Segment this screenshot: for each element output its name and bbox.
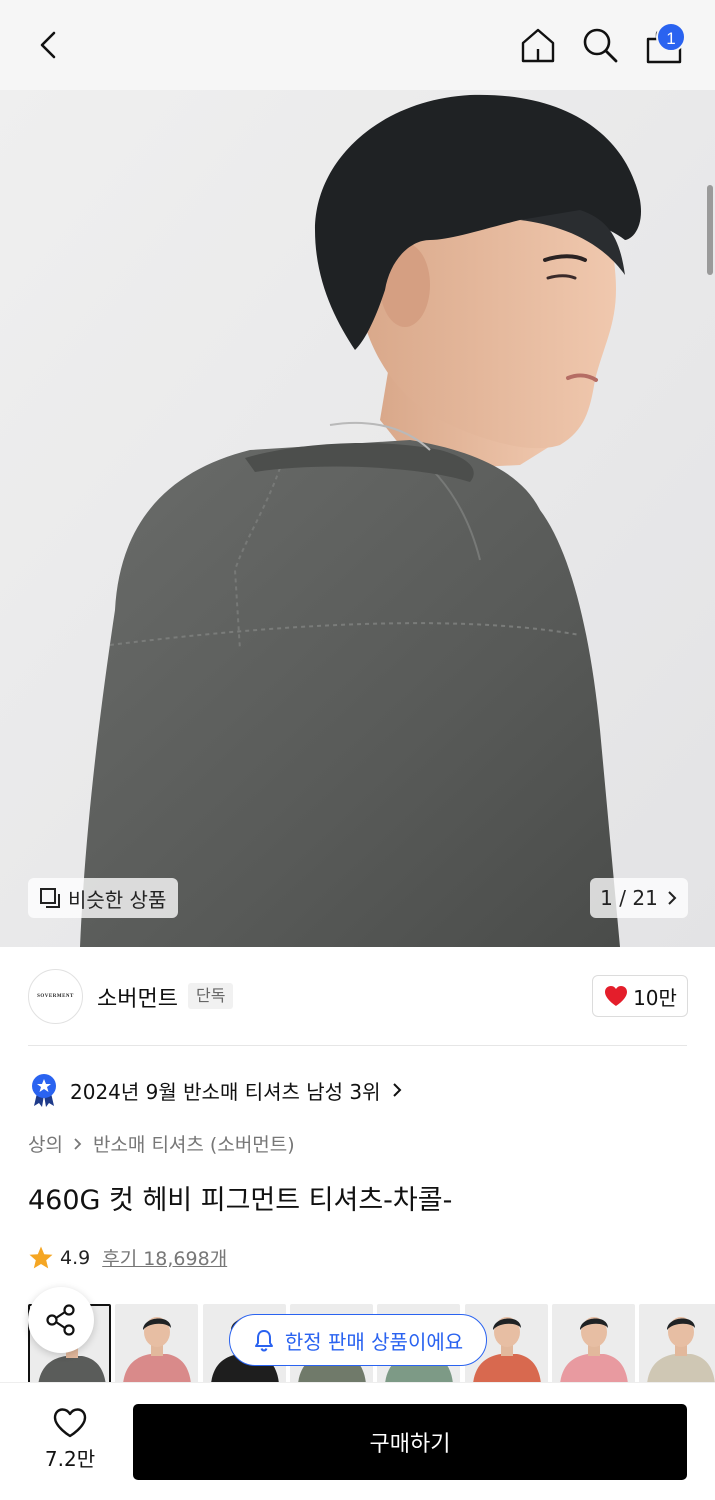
image-counter-button[interactable]: 1 / 21	[590, 878, 688, 918]
breadcrumb-category[interactable]: 상의	[28, 1130, 63, 1157]
product-thumbnail[interactable]	[639, 1304, 715, 1382]
search-icon	[583, 28, 618, 63]
brand-logo[interactable]: SOVERMENT	[28, 969, 83, 1024]
back-button[interactable]	[30, 25, 70, 65]
similar-products-label: 비슷한 상품	[68, 887, 167, 912]
breadcrumb-subcategory[interactable]: 반소매 티셔츠 (소버먼트)	[93, 1130, 295, 1157]
brand-logo-text: SOVERMENT	[37, 994, 74, 999]
image-counter: 1 / 21	[600, 886, 658, 910]
product-thumbnail[interactable]	[115, 1304, 199, 1382]
ranking-text: 2024년 9월 반소매 티셔츠 남성 3위	[70, 1079, 381, 1104]
chevron-left-icon	[40, 31, 56, 59]
similar-items-icon	[40, 888, 60, 908]
wishlist-count: 7.2만	[44, 1447, 96, 1471]
chevron-right-icon	[392, 1083, 401, 1097]
reviews-link[interactable]: 후기 18,698개	[102, 1244, 227, 1271]
brand-name[interactable]: 소버먼트	[97, 981, 178, 1013]
brand-like-count: 10만	[633, 985, 677, 1010]
share-button[interactable]	[28, 1287, 94, 1353]
wishlist-button[interactable]: 7.2만	[40, 1407, 100, 1477]
buy-button[interactable]: 구매하기	[133, 1404, 687, 1480]
chevron-right-icon	[74, 1137, 82, 1150]
heart-filled-icon	[605, 986, 628, 1006]
limited-sale-notice[interactable]: 한정 판매 상품이에요	[229, 1314, 487, 1366]
top-bar: 1	[0, 0, 715, 90]
rating-row: 4.9 후기 18,698개	[28, 1244, 227, 1271]
scroll-indicator	[707, 185, 713, 275]
home-icon	[521, 28, 555, 63]
bottom-action-bar: 7.2만 구매하기	[0, 1382, 715, 1500]
model-photo	[0, 90, 715, 947]
home-button[interactable]	[518, 25, 558, 65]
similar-products-button[interactable]: 비슷한 상품	[28, 878, 179, 918]
chevron-right-icon	[668, 891, 677, 905]
divider	[28, 1045, 687, 1046]
product-hero-image[interactable]	[0, 90, 715, 947]
product-title: 460G 컷 헤비 피그먼트 티셔츠-차콜-	[28, 1185, 453, 1216]
cart-count-badge: 1	[656, 22, 686, 52]
brand-row: SOVERMENT 소버먼트 단독 10만	[0, 947, 715, 1045]
breadcrumb: 상의 반소매 티셔츠 (소버먼트)	[28, 1130, 295, 1157]
exclusive-badge: 단독	[188, 983, 234, 1009]
ranking-link[interactable]: 2024년 9월 반소매 티셔츠 남성 3위	[28, 1073, 403, 1107]
brand-like-button[interactable]: 10만	[592, 975, 688, 1017]
heart-outline-icon	[53, 1408, 87, 1438]
product-thumbnail[interactable]	[551, 1304, 635, 1382]
star-icon	[29, 1246, 53, 1268]
share-icon	[46, 1304, 75, 1336]
limited-sale-text: 한정 판매 상품이에요	[284, 1329, 464, 1354]
search-button[interactable]	[580, 25, 620, 65]
bell-icon	[254, 1330, 273, 1352]
rating-value: 4.9	[60, 1246, 91, 1269]
ranking-badge-icon	[32, 1074, 56, 1107]
